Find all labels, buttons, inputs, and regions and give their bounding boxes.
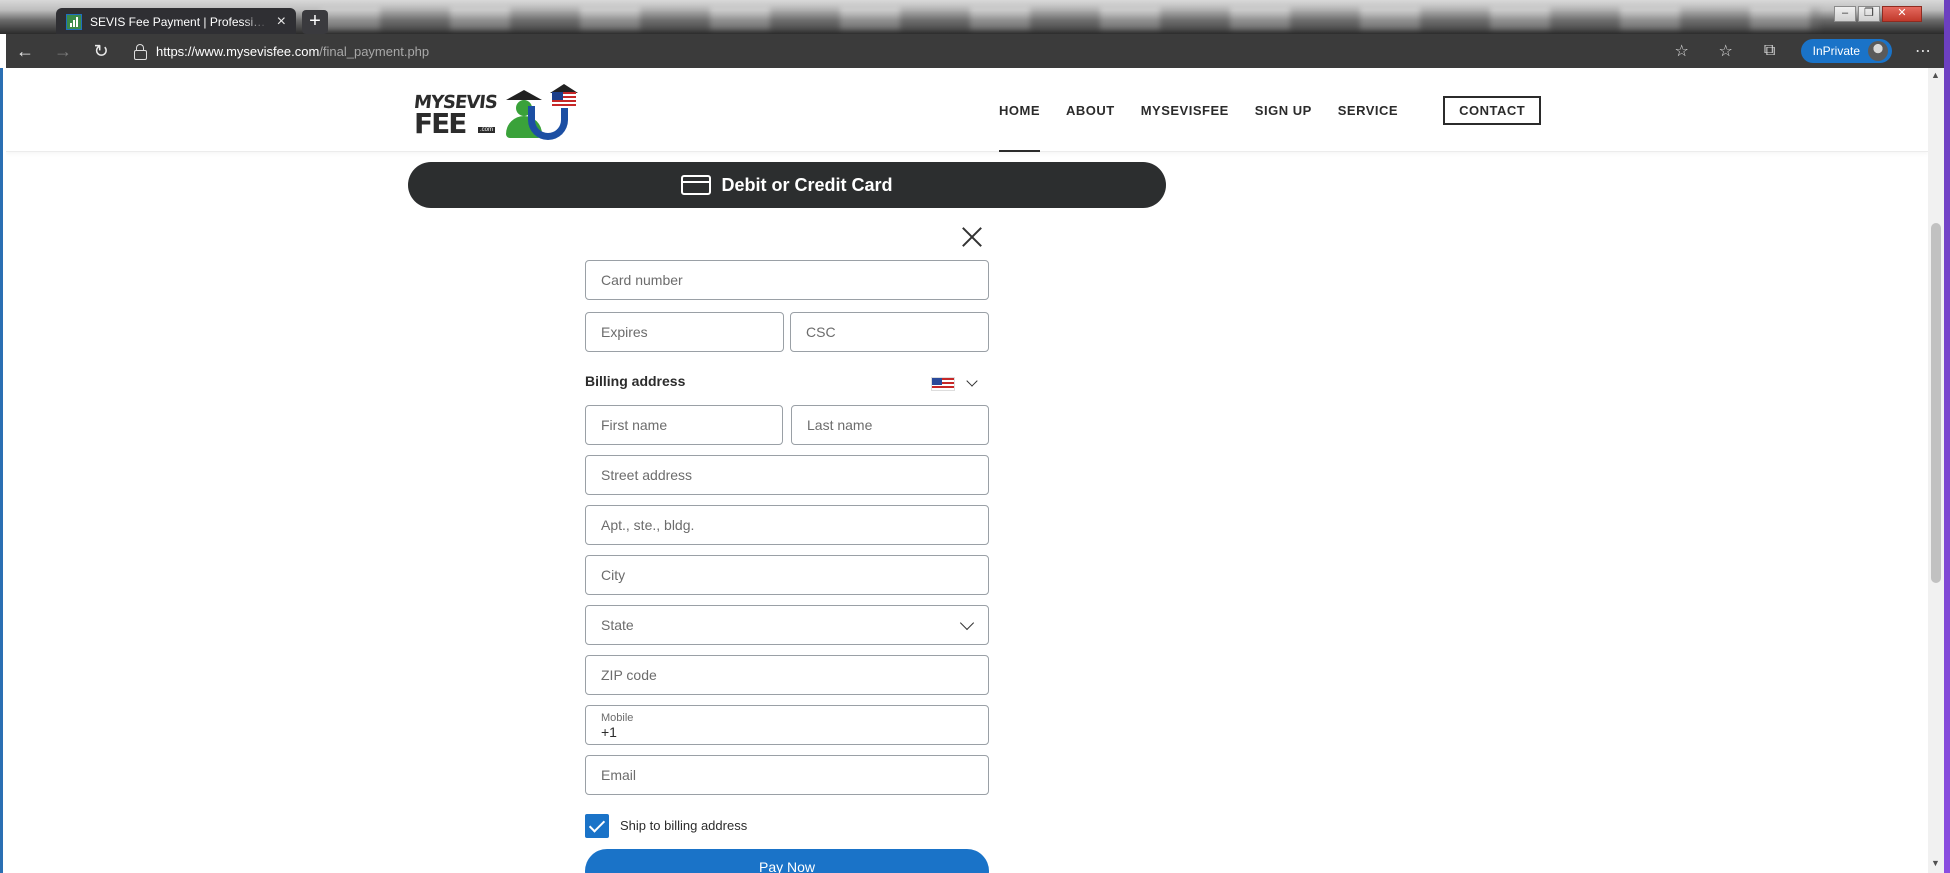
new-tab-button[interactable]: + <box>302 10 328 34</box>
site-logo[interactable]: MYSEVIS FEE .com <box>410 82 580 142</box>
site-header: MYSEVIS FEE .com HOME ABOUT MYSEVISFEE S… <box>6 68 1928 152</box>
site-favicon-icon <box>66 14 82 30</box>
minimize-button[interactable]: – <box>1834 6 1856 22</box>
city-field[interactable]: City <box>585 555 989 595</box>
tab-title: SEVIS Fee Payment | Professiona <box>90 15 269 29</box>
forward-arrow-icon[interactable]: → <box>44 36 82 66</box>
toolbar-actions: ☆ ☆ ⧉ InPrivate ⋯ <box>1669 39 1950 63</box>
page-viewport: MYSEVIS FEE .com HOME ABOUT MYSEVISFEE S… <box>6 68 1928 873</box>
us-flag-icon[interactable] <box>931 377 955 391</box>
nav-mysevisfee[interactable]: MYSEVISFEE <box>1128 68 1242 152</box>
street-address-field[interactable]: Street address <box>585 455 989 495</box>
main-nav: HOME ABOUT MYSEVISFEE SIGN UP SERVICE CO… <box>986 68 1554 152</box>
city-placeholder: City <box>601 567 626 583</box>
mobile-label: Mobile <box>601 712 634 724</box>
collections-icon[interactable]: ⧉ <box>1757 42 1783 60</box>
reload-icon[interactable]: ↻ <box>82 36 120 66</box>
debit-credit-card-button[interactable]: Debit or Credit Card <box>408 162 1166 208</box>
url-host: https://www.mysevisfee.com <box>156 43 320 59</box>
us-flag-icon <box>552 92 576 108</box>
card-number-placeholder: Card number <box>601 272 683 288</box>
apt-field[interactable]: Apt., ste., bldg. <box>585 505 989 545</box>
street-address-placeholder: Street address <box>601 467 693 483</box>
billing-address-heading: Billing address <box>585 373 686 389</box>
logo-text-line2: FEE <box>414 107 467 140</box>
page-scrollbar[interactable]: ▲ ▼ <box>1928 68 1944 873</box>
csc-placeholder: CSC <box>806 324 836 340</box>
browser-titlebar: SEVIS Fee Payment | Professiona × + – ❐ … <box>0 0 1950 36</box>
logo-com: .com <box>478 127 496 133</box>
ship-to-billing-label: Ship to billing address <box>620 818 748 833</box>
inprivate-badge[interactable]: InPrivate <box>1800 39 1892 63</box>
zip-code-placeholder: ZIP code <box>601 667 657 683</box>
url-path: /final_payment.php <box>319 43 430 59</box>
chevron-down-icon <box>959 615 975 631</box>
email-placeholder: Email <box>601 767 637 783</box>
nav-sign-up[interactable]: SIGN UP <box>1242 68 1325 152</box>
last-name-placeholder: Last name <box>807 417 873 433</box>
ship-to-billing-checkbox[interactable] <box>585 814 609 838</box>
nav-service[interactable]: SERVICE <box>1325 68 1411 152</box>
logo-u-shape <box>528 106 568 140</box>
pay-now-button[interactable]: Pay Now <box>585 849 989 873</box>
expires-placeholder: Expires <box>601 324 648 340</box>
credit-card-icon <box>681 175 712 195</box>
inprivate-label: InPrivate <box>1812 44 1860 58</box>
scroll-up-arrow-icon[interactable]: ▲ <box>1931 70 1940 80</box>
window-close-button[interactable]: ✕ <box>1882 6 1922 22</box>
nav-home[interactable]: HOME <box>986 68 1053 152</box>
close-icon[interactable] <box>961 226 983 248</box>
mobile-value: +1 <box>601 724 617 740</box>
graduation-cap-icon <box>506 90 542 100</box>
nav-contact-wrap: CONTACT <box>1411 68 1554 152</box>
apt-placeholder: Apt., ste., bldg. <box>601 517 695 533</box>
first-name-placeholder: First name <box>601 417 668 433</box>
profile-avatar <box>1868 41 1888 61</box>
expires-field[interactable]: Expires <box>585 312 784 352</box>
pay-now-label: Pay Now <box>758 859 816 873</box>
favorites-icon[interactable]: ☆ <box>1713 41 1739 61</box>
add-favorite-icon[interactable]: ☆ <box>1669 41 1695 61</box>
scrollbar-thumb[interactable] <box>1931 223 1941 583</box>
window-controls: – ❐ ✕ <box>1834 6 1922 22</box>
browser-tab-active[interactable]: SEVIS Fee Payment | Professiona × <box>56 8 296 36</box>
email-field[interactable]: Email <box>585 755 989 795</box>
titlebar-background <box>320 8 1820 30</box>
nav-about[interactable]: ABOUT <box>1053 68 1128 152</box>
window-right-edge <box>1944 0 1950 873</box>
browser-toolbar: ← → ↻ https://www.mysevisfee.com/final_p… <box>6 34 1950 68</box>
zip-code-field[interactable]: ZIP code <box>585 655 989 695</box>
csc-field[interactable]: CSC <box>790 312 989 352</box>
first-name-field[interactable]: First name <box>585 405 783 445</box>
more-options-icon[interactable]: ⋯ <box>1910 41 1936 61</box>
tab-close-icon[interactable]: × <box>277 14 286 30</box>
restore-button[interactable]: ❐ <box>1858 6 1880 22</box>
url-text[interactable]: https://www.mysevisfee.com/final_payment… <box>156 44 429 59</box>
window-left-edge <box>0 68 3 873</box>
mobile-field[interactable]: Mobile +1 <box>585 705 989 745</box>
scroll-down-arrow-icon[interactable]: ▼ <box>1931 858 1940 868</box>
address-bar[interactable]: https://www.mysevisfee.com/final_payment… <box>134 36 429 66</box>
state-placeholder: State <box>601 617 634 633</box>
last-name-field[interactable]: Last name <box>791 405 989 445</box>
lock-icon[interactable] <box>134 44 147 60</box>
chevron-down-icon[interactable] <box>966 375 978 387</box>
back-arrow-icon[interactable]: ← <box>6 36 44 66</box>
card-number-field[interactable]: Card number <box>585 260 989 300</box>
nav-contact[interactable]: CONTACT <box>1443 95 1542 125</box>
state-select[interactable]: State <box>585 605 989 645</box>
debit-credit-card-label: Debit or Credit Card <box>721 174 893 195</box>
